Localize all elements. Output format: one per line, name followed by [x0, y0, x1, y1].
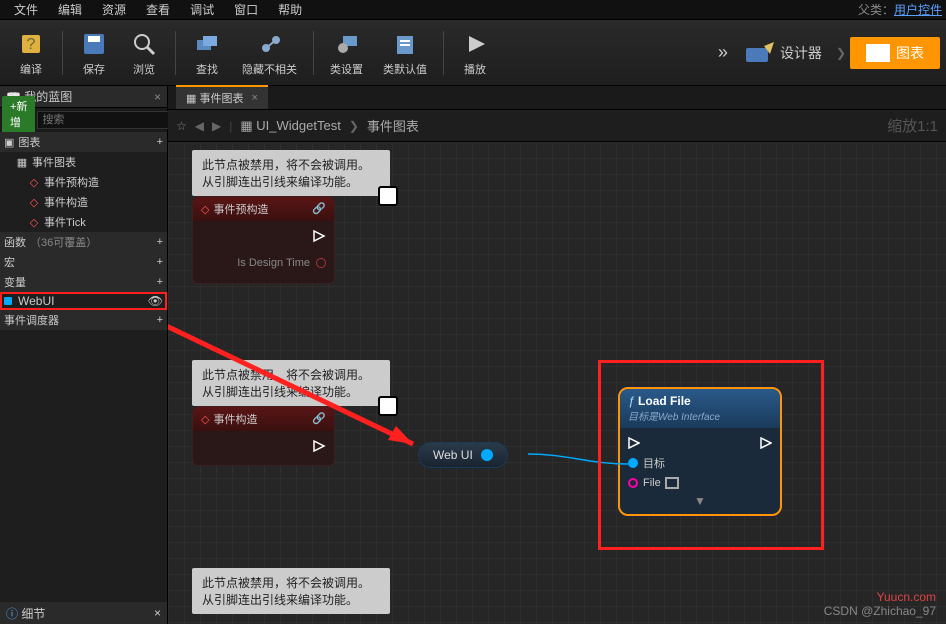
parent-class-label: 父类：用户控件 [858, 1, 942, 18]
watermark: Yuucn.com CSDN @Zhichao_97 [824, 590, 936, 618]
bool-out-pin[interactable] [316, 258, 326, 268]
exec-in-pin[interactable] [628, 437, 640, 449]
node-link-icon: 🔗 [312, 412, 326, 426]
nav-forward-icon[interactable]: ▶ [212, 119, 221, 133]
event-construct-node[interactable]: ◇事件构造🔗 [192, 406, 335, 466]
compile-button[interactable]: ? 编译 [6, 25, 56, 81]
my-blueprint-panel: 📖 我的蓝图 × +新增 ▾ 👁 ▣图表+ ▦事件图表 ◇事件预构造 ◇事件构造… [0, 86, 168, 624]
parent-class-link[interactable]: 用户控件 [894, 3, 942, 17]
class-settings-button[interactable]: 类设置 [320, 25, 373, 81]
event-preconstruct-item[interactable]: ◇事件预构造 [0, 172, 167, 192]
play-button[interactable]: 播放 [450, 25, 500, 81]
dispatchers-section-header[interactable]: 事件调度器+ [0, 310, 167, 330]
graph-tab-icon: ▦ [186, 92, 196, 105]
menu-debug[interactable]: 调试 [180, 0, 224, 20]
exec-out-pin[interactable] [760, 437, 772, 449]
designer-icon [744, 42, 776, 64]
object-out-pin[interactable] [481, 449, 493, 461]
class-settings-icon [332, 29, 362, 59]
menu-window[interactable]: 窗口 [224, 0, 268, 20]
breadcrumb-graph[interactable]: 事件图表 [367, 116, 419, 135]
play-icon [460, 29, 490, 59]
target-in-pin[interactable] [628, 458, 638, 468]
browse-button[interactable]: 浏览 [119, 25, 169, 81]
graph-section-header[interactable]: ▣图表+ [0, 132, 167, 152]
save-button[interactable]: 保存 [69, 25, 119, 81]
event-graph-tab[interactable]: ▦ 事件图表 × [176, 85, 268, 109]
event-construct-item[interactable]: ◇事件构造 [0, 192, 167, 212]
widget-icon: ▦ [240, 118, 252, 134]
macros-section-header[interactable]: 宏+ [0, 252, 167, 272]
designer-tab-button[interactable]: 设计器 [734, 38, 832, 68]
class-defaults-icon [390, 29, 420, 59]
disabled-node-note: 此节点被禁用，将不会被调用。 从引脚连出引线来编译功能。 [192, 150, 390, 196]
connection-wire [528, 442, 628, 472]
variables-section-header[interactable]: 变量+ [0, 272, 167, 292]
menu-bar: 文件 编辑 资源 查看 调试 窗口 帮助 父类：用户控件 [0, 0, 946, 20]
note-corner-icon [378, 396, 398, 416]
close-tab-icon[interactable]: × [243, 92, 257, 104]
menu-help[interactable]: 帮助 [268, 0, 312, 20]
graph-editor: ▦ 事件图表 × ☆ ◀ ▶ | ▦ UI_WidgetTest ❯ 事件图表 … [168, 86, 946, 624]
search-input[interactable] [37, 111, 189, 129]
find-icon [192, 29, 222, 59]
event-tick-item[interactable]: ◇事件Tick [0, 212, 167, 232]
zoom-label: 缩放1:1 [887, 115, 938, 136]
browse-icon [129, 29, 159, 59]
webui-variable-item[interactable]: WebUI 👁 [0, 292, 167, 310]
add-function-icon[interactable]: + [157, 236, 163, 248]
disabled-node-note: 此节点被禁用，将不会被调用。 从引脚连出引线来编译功能。 [192, 360, 390, 406]
compile-icon: ? [16, 29, 46, 59]
function-icon: ƒ [628, 394, 635, 408]
graph-tab-button[interactable]: 图表 [850, 37, 940, 69]
event-icon: ◇ [201, 413, 209, 426]
add-variable-icon[interactable]: + [157, 276, 163, 288]
menu-view[interactable]: 查看 [136, 0, 180, 20]
chevron-more-icon[interactable]: » [712, 42, 734, 63]
note-corner-icon [378, 186, 398, 206]
nav-back-icon[interactable]: ◀ [195, 119, 204, 133]
close-icon[interactable]: × [154, 90, 161, 104]
details-tab[interactable]: ⓘ 细节 × [0, 602, 167, 624]
event-icon: ◇ [201, 203, 209, 216]
menu-edit[interactable]: 编辑 [48, 0, 92, 20]
exec-out-pin[interactable] [312, 439, 326, 453]
load-file-node[interactable]: ƒ Load File 目标是Web Interface 目标 File [618, 387, 782, 516]
class-defaults-button[interactable]: 类默认值 [373, 25, 437, 81]
toolbar: ? 编译 保存 浏览 查找 隐藏不相关 类设置 类默认值 播放 » 设计器 ❯ … [0, 20, 946, 86]
add-macro-icon[interactable]: + [157, 256, 163, 268]
webui-variable-node[interactable]: Web UI [418, 442, 508, 468]
breadcrumb: ☆ ◀ ▶ | ▦ UI_WidgetTest ❯ 事件图表 缩放1:1 [168, 110, 946, 142]
graph-icon [866, 44, 890, 62]
file-in-pin[interactable] [628, 478, 638, 488]
graph-canvas[interactable]: 此节点被禁用，将不会被调用。 从引脚连出引线来编译功能。 ◇事件预构造🔗 Is … [168, 142, 946, 624]
hide-icon [255, 29, 285, 59]
disabled-node-note: 此节点被禁用，将不会被调用。 从引脚连出引线来编译功能。 [192, 568, 390, 614]
visibility-icon[interactable]: 👁 [148, 294, 163, 308]
favorite-icon[interactable]: ☆ [176, 119, 187, 133]
info-icon: ⓘ [6, 605, 18, 622]
event-graph-item[interactable]: ▦事件图表 [0, 152, 167, 172]
add-dispatcher-icon[interactable]: + [157, 314, 163, 326]
file-input-box[interactable] [665, 477, 679, 489]
close-details-icon[interactable]: × [154, 606, 161, 620]
breadcrumb-asset[interactable]: ▦ UI_WidgetTest [240, 118, 340, 134]
find-button[interactable]: 查找 [182, 25, 232, 81]
exec-out-pin[interactable] [312, 229, 326, 243]
menu-resource[interactable]: 资源 [92, 0, 136, 20]
hide-unrelated-button[interactable]: 隐藏不相关 [232, 25, 307, 81]
add-graph-icon[interactable]: + [157, 136, 163, 148]
variable-type-icon [4, 297, 12, 305]
menu-file[interactable]: 文件 [4, 0, 48, 20]
functions-section-header[interactable]: 函数（36可覆盖）+ [0, 232, 167, 252]
node-link-icon: 🔗 [312, 202, 326, 216]
expand-node-icon[interactable]: ▼ [628, 492, 772, 508]
save-icon [79, 29, 109, 59]
svg-text:?: ? [27, 36, 36, 53]
event-preconstruct-node[interactable]: ◇事件预构造🔗 Is Design Time [192, 196, 335, 284]
